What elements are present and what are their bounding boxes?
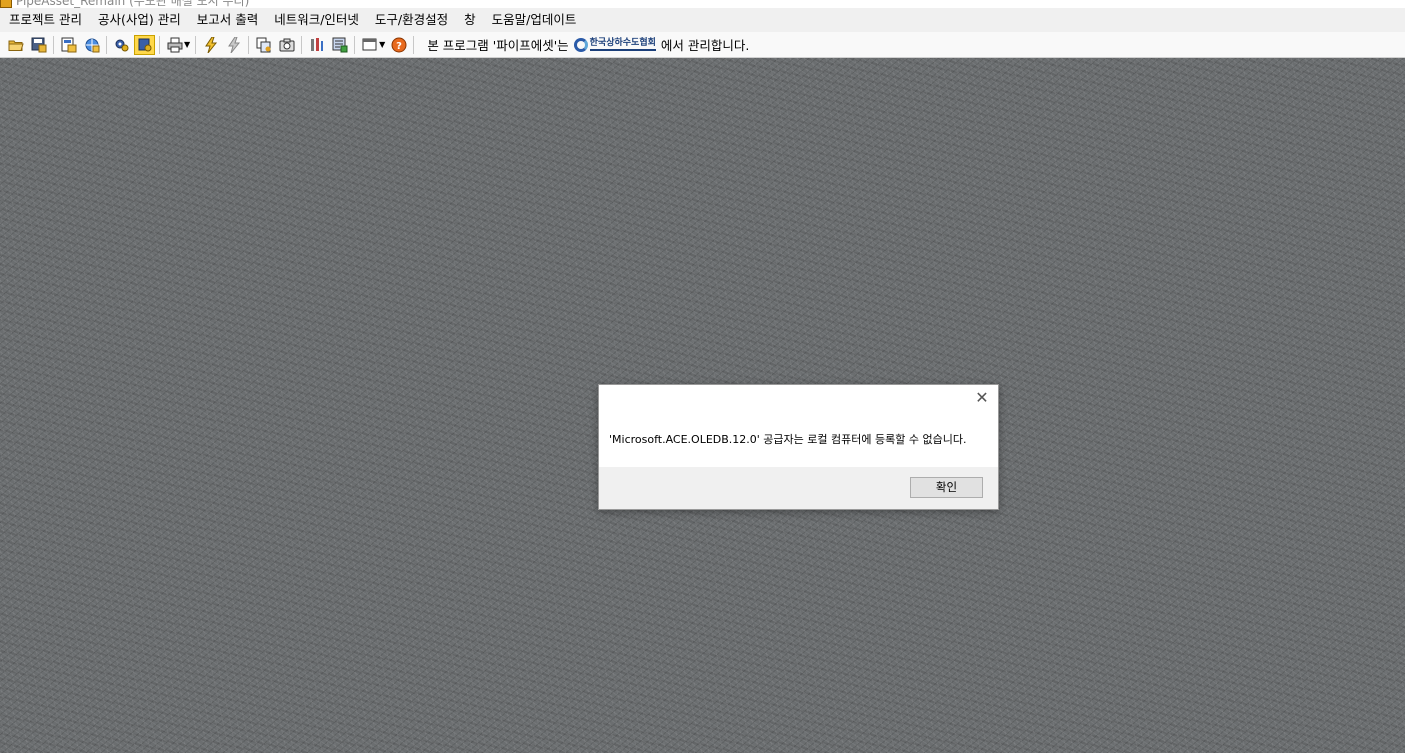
toolbar-separator [248, 35, 250, 54]
menu-help[interactable]: 도움말/업데이트 [484, 8, 585, 32]
menu-project[interactable]: 프로젝트 관리 [0, 8, 90, 32]
toolbar: ▼ ▼ ? 본 프로그램 '파이프에셋'는 한국상하수도협회 에서 관리합니다. [0, 32, 1405, 58]
menu-network[interactable]: 네트워크/인터넷 [266, 8, 367, 32]
kwwa-logo: 한국상하수도협회 [573, 36, 656, 54]
kwwa-logo-text: 한국상하수도협회 [589, 38, 656, 51]
ok-button[interactable]: 확인 [910, 477, 983, 498]
copy-icon[interactable] [253, 35, 274, 55]
window-title: PipeAsset_Remain (수도관 매설 도시 수리) [16, 0, 250, 8]
toolbar-separator [106, 35, 107, 54]
menu-bar: 프로젝트 관리 공사(사업) 관리 보고서 출력 네트워크/인터넷 도구/환경설… [0, 8, 1405, 32]
network-icon[interactable] [81, 35, 102, 55]
menu-tools[interactable]: 도구/환경설정 [367, 8, 456, 32]
open-folder-icon[interactable] [5, 35, 26, 55]
toolbar-separator [159, 35, 160, 54]
management-notice: 본 프로그램 '파이프에셋'는 한국상하수도협회 에서 관리합니다. [427, 35, 749, 54]
app-icon [0, 0, 12, 8]
project-icon[interactable] [58, 35, 79, 55]
notice-suffix: 에서 관리합니다. [660, 38, 750, 53]
toolbar-separator [301, 35, 303, 54]
menu-report[interactable]: 보고서 출력 [189, 8, 266, 32]
camera-icon[interactable] [276, 35, 297, 55]
notice-prefix: 본 프로그램 '파이프에셋'는 [427, 38, 569, 53]
dialog-footer: 확인 [599, 467, 998, 509]
svg-text:?: ? [396, 41, 402, 52]
lightning-icon[interactable] [200, 35, 221, 55]
toolbar-separator [413, 35, 415, 54]
save-icon[interactable] [28, 35, 49, 55]
lightning-gray-icon[interactable] [223, 35, 244, 55]
dialog-message: 'Microsoft.ACE.OLEDB.12.0' 공급자는 로컬 컴퓨터에 … [609, 433, 967, 446]
menu-construction[interactable]: 공사(사업) 관리 [90, 8, 189, 32]
gear-settings-icon[interactable] [111, 35, 132, 55]
help-icon[interactable]: ? [388, 35, 409, 55]
window-icon[interactable] [359, 35, 380, 55]
close-icon[interactable]: ✕ [972, 388, 992, 408]
toolbar-separator [354, 35, 356, 54]
tools-icon[interactable] [306, 35, 327, 55]
error-dialog: ✕ 'Microsoft.ACE.OLEDB.12.0' 공급자는 로컬 컴퓨터… [598, 384, 999, 510]
menu-window[interactable]: 창 [456, 8, 484, 32]
toolbar-separator [53, 35, 54, 54]
report-icon[interactable] [329, 35, 350, 55]
kwwa-logo-icon [573, 37, 588, 52]
title-bar: PipeAsset_Remain (수도관 매설 도시 수리) [0, 0, 1405, 8]
toolbar-separator [195, 35, 197, 54]
active-tool-icon[interactable] [134, 34, 155, 55]
print-icon[interactable] [164, 35, 185, 55]
